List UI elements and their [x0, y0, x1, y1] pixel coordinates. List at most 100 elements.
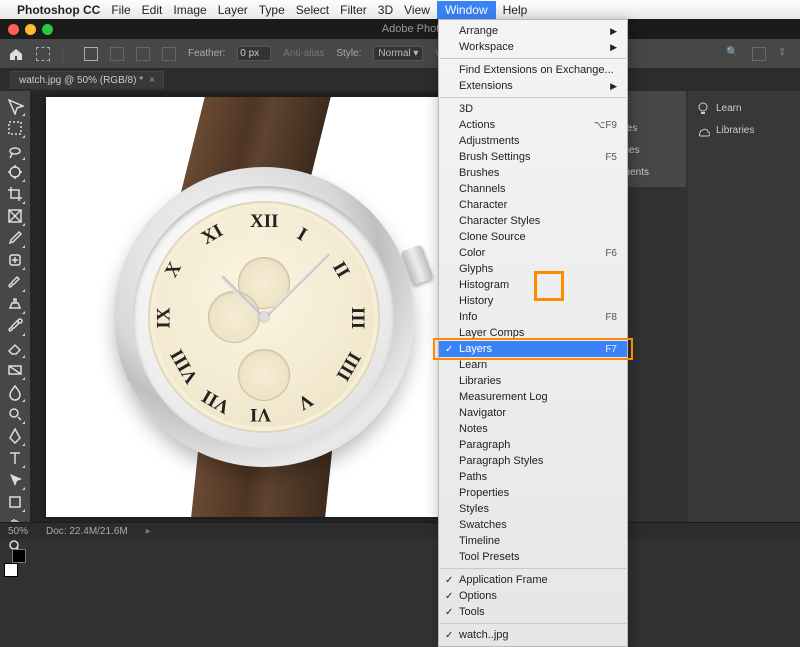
menu-item-shortcut: F6 [605, 248, 617, 259]
minimize-window-button[interactable] [25, 24, 36, 35]
healing-brush-tool[interactable] [4, 249, 26, 271]
antialias-checkbox-label: Anti-alias [283, 48, 324, 59]
menu-filter[interactable]: Filter [340, 3, 367, 17]
eraser-tool[interactable] [4, 337, 26, 359]
menu-item-channels[interactable]: Channels [439, 181, 627, 197]
new-selection-icon[interactable] [84, 47, 98, 61]
quick-select-tool[interactable] [4, 161, 26, 183]
menu-item-brush-settings[interactable]: Brush SettingsF5 [439, 149, 627, 165]
clone-stamp-tool[interactable] [4, 293, 26, 315]
menu-item-paths[interactable]: Paths [439, 469, 627, 485]
menu-item-history[interactable]: History [439, 293, 627, 309]
close-tab-icon[interactable]: × [149, 75, 155, 86]
menu-item-application-frame[interactable]: Application Frame [439, 572, 627, 588]
eyedropper-tool[interactable] [4, 227, 26, 249]
document-tab[interactable]: watch.jpg @ 50% (RGB/8) * × [10, 71, 164, 89]
menu-edit[interactable]: Edit [142, 3, 163, 17]
subtract-selection-icon[interactable] [136, 47, 150, 61]
menu-3d[interactable]: 3D [378, 3, 393, 17]
dodge-tool[interactable] [4, 403, 26, 425]
menu-item-label: Styles [459, 503, 489, 515]
menu-item-properties[interactable]: Properties [439, 485, 627, 501]
marquee-preset-icon[interactable] [36, 47, 50, 61]
menu-item-adjustments[interactable]: Adjustments [439, 133, 627, 149]
menu-item-shortcut: F5 [605, 152, 617, 163]
menu-layer[interactable]: Layer [218, 3, 248, 17]
menu-item-navigator[interactable]: Navigator [439, 405, 627, 421]
menu-item-label: Tool Presets [459, 551, 520, 563]
marquee-tool[interactable] [4, 117, 26, 139]
menu-item-character-styles[interactable]: Character Styles [439, 213, 627, 229]
lasso-tool[interactable] [4, 139, 26, 161]
menu-item-label: Color [459, 247, 485, 259]
watch-dial-illustration: XIIIIIIIIIIIIVVIVIIVIIIIXXXI [148, 201, 380, 433]
menu-help[interactable]: Help [503, 3, 528, 17]
menu-item-styles[interactable]: Styles [439, 501, 627, 517]
share-icon[interactable]: ⇪ [778, 47, 792, 61]
close-window-button[interactable] [8, 24, 19, 35]
menu-item-tools[interactable]: Tools [439, 604, 627, 620]
traffic-lights [8, 24, 53, 35]
menu-item-watch-jpg[interactable]: watch..jpg [439, 627, 627, 643]
doc-size-readout: Doc: 22.4M/21.6M [46, 526, 128, 537]
crop-tool[interactable] [4, 183, 26, 205]
gradient-tool[interactable] [4, 359, 26, 381]
menu-item-brushes[interactable]: Brushes [439, 165, 627, 181]
menu-item-color[interactable]: Color F6 [439, 245, 627, 261]
menu-item-options[interactable]: Options [439, 588, 627, 604]
path-select-tool[interactable] [4, 469, 26, 491]
zoom-readout[interactable]: 50% [8, 526, 28, 537]
workspace-icon[interactable] [752, 47, 766, 61]
menu-item-timeline[interactable]: Timeline [439, 533, 627, 549]
menu-item-paragraph-styles[interactable]: Paragraph Styles [439, 453, 627, 469]
menu-item-learn[interactable]: Learn [439, 357, 627, 373]
menu-item-extensions[interactable]: Extensions▶ [439, 78, 627, 94]
add-selection-icon[interactable] [110, 47, 124, 61]
menu-item-libraries[interactable]: Libraries [439, 373, 627, 389]
menu-item-label: Character Styles [459, 215, 540, 227]
menu-item-paragraph[interactable]: Paragraph [439, 437, 627, 453]
home-button[interactable] [8, 46, 24, 62]
menu-item-swatches[interactable]: Swatches [439, 517, 627, 533]
frame-tool[interactable] [4, 205, 26, 227]
menu-item-tool-presets[interactable]: Tool Presets [439, 549, 627, 565]
menu-window[interactable]: Window [437, 1, 496, 19]
options-bar: Feather: Anti-alias Style: Normal ▾ Widt… [0, 39, 800, 69]
menu-view[interactable]: View [404, 3, 430, 17]
zoom-window-button[interactable] [42, 24, 53, 35]
menu-item-3d[interactable]: 3D [439, 101, 627, 117]
menu-item-notes[interactable]: Notes [439, 421, 627, 437]
feather-input[interactable] [237, 46, 271, 61]
menu-file[interactable]: File [111, 3, 130, 17]
brush-tool[interactable] [4, 271, 26, 293]
menu-item-layers[interactable]: LayersF7 [439, 341, 627, 357]
app-name[interactable]: Photoshop CC [17, 3, 100, 17]
panel-libraries[interactable]: Libraries [688, 119, 800, 141]
menu-item-find-extensions-on-exchange-[interactable]: Find Extensions on Exchange... [439, 62, 627, 78]
intersect-selection-icon[interactable] [162, 47, 176, 61]
menu-item-glyphs[interactable]: Glyphs [439, 261, 627, 277]
menu-item-info[interactable]: InfoF8 [439, 309, 627, 325]
style-select[interactable]: Normal ▾ [373, 46, 423, 61]
pen-tool[interactable] [4, 425, 26, 447]
menu-item-clone-source[interactable]: Clone Source [439, 229, 627, 245]
menu-item-measurement-log[interactable]: Measurement Log [439, 389, 627, 405]
history-brush-tool[interactable] [4, 315, 26, 337]
move-tool[interactable] [4, 95, 26, 117]
menu-item-character[interactable]: Character [439, 197, 627, 213]
menu-item-actions[interactable]: Actions⌥F9 [439, 117, 627, 133]
rectangle-tool[interactable] [4, 491, 26, 513]
menu-item-layer-comps[interactable]: Layer Comps [439, 325, 627, 341]
panel-learn[interactable]: Learn [688, 97, 800, 119]
type-tool[interactable] [4, 447, 26, 469]
menu-select[interactable]: Select [296, 3, 329, 17]
menu-item-arrange[interactable]: Arrange▶ [439, 23, 627, 39]
panel-label: Learn [716, 103, 742, 114]
menu-item-workspace[interactable]: Workspace▶ [439, 39, 627, 55]
menu-type[interactable]: Type [259, 3, 285, 17]
search-icon[interactable]: 🔍 [726, 47, 740, 61]
menu-item-histogram[interactable]: Histogram [439, 277, 627, 293]
blur-tool[interactable] [4, 381, 26, 403]
document-canvas[interactable]: XIIIIIIIIIIIIVVIVIIVIIIIXXXI [46, 97, 496, 517]
menu-image[interactable]: Image [173, 3, 206, 17]
